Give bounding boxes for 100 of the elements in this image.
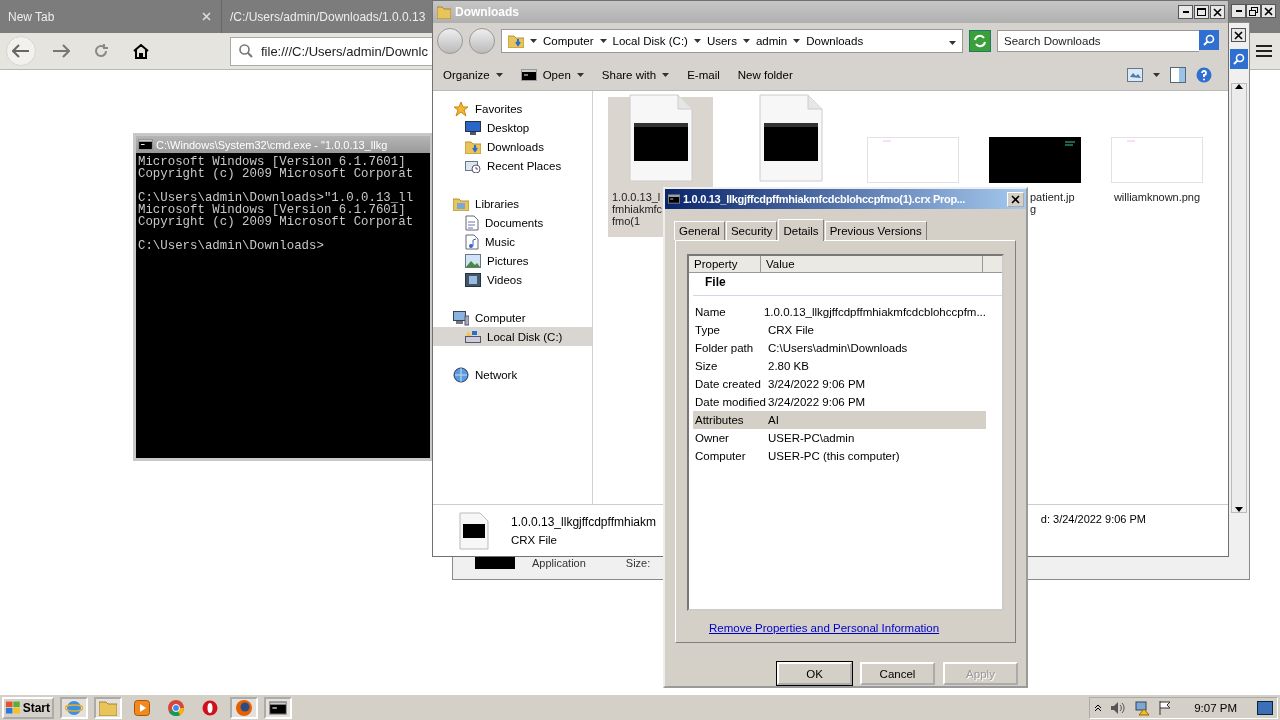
folder-icon xyxy=(437,5,451,19)
folder-icon xyxy=(99,699,117,716)
minimize-icon xyxy=(1235,10,1242,12)
nav-item[interactable]: Favorites xyxy=(433,99,592,118)
close-button[interactable] xyxy=(1210,5,1225,19)
reload-icon xyxy=(93,43,109,59)
address-field[interactable]: file:///C:/Users/admin/Downlc xyxy=(230,36,434,66)
tab[interactable]: General xyxy=(674,221,725,240)
breadcrumb-item[interactable]: Users xyxy=(706,35,737,47)
scrollbar[interactable] xyxy=(1231,83,1247,513)
search-button[interactable] xyxy=(1230,49,1248,69)
search-field[interactable]: Search Downloads xyxy=(997,30,1199,52)
views-icon[interactable] xyxy=(1127,67,1143,82)
property-name: Folder path xyxy=(695,342,755,354)
property-row[interactable]: Type CRX File xyxy=(693,321,986,339)
film-icon xyxy=(465,272,481,287)
toolbar-button[interactable]: Open xyxy=(518,66,586,83)
remove-properties-link[interactable]: Remove Properties and Personal Information xyxy=(709,622,940,634)
property-row[interactable]: Folder path C:\Users\admin\Downloads xyxy=(693,339,986,357)
taskbar-button[interactable] xyxy=(230,696,258,719)
column-header[interactable]: Property xyxy=(689,256,761,273)
property-row[interactable]: Computer USER-PC (this computer) xyxy=(693,447,986,465)
file-name: fmo(1 xyxy=(612,215,641,227)
property-row[interactable]: Date created 3/24/2022 9:06 PM xyxy=(693,375,986,393)
property-value: C:\Users\admin\Downloads xyxy=(768,342,908,354)
toolbar-button[interactable]: Organize xyxy=(441,66,505,83)
show-desktop-icon[interactable] xyxy=(1257,700,1273,715)
caret-icon xyxy=(1153,72,1160,77)
property-name: Attributes xyxy=(695,414,745,426)
nav-item[interactable]: Recent Places xyxy=(433,156,592,175)
property-row[interactable]: Size 2.80 KB xyxy=(693,357,986,375)
close-button[interactable] xyxy=(1261,4,1276,18)
file-type: Application xyxy=(532,557,586,569)
property-value: USER-PC\admin xyxy=(768,432,855,444)
toolbar-button[interactable]: E-mail xyxy=(685,66,722,83)
close-icon xyxy=(1264,6,1273,16)
caret-icon xyxy=(949,41,956,45)
property-row[interactable]: Owner USER-PC\admin xyxy=(693,429,986,447)
date-modified: d: 3/24/2022 9:06 PM xyxy=(1040,512,1147,525)
property-row[interactable]: Date modified 3/24/2022 9:06 PM xyxy=(693,393,986,411)
nav-item[interactable]: Videos xyxy=(433,270,592,289)
breadcrumb-item[interactable]: Downloads xyxy=(806,35,864,47)
help-icon[interactable] xyxy=(1196,66,1212,83)
maximize-icon xyxy=(1197,8,1206,16)
breadcrumb-item[interactable]: Computer xyxy=(543,35,594,47)
firefox-icon xyxy=(235,698,253,717)
file-item[interactable]: patient.jp g xyxy=(974,97,1096,215)
tab[interactable]: Security xyxy=(725,221,778,240)
nav-item[interactable]: Libraries xyxy=(433,194,592,213)
preview-pane-icon[interactable] xyxy=(1170,66,1186,83)
nav-item[interactable]: Music xyxy=(433,232,592,251)
caret-icon xyxy=(742,39,750,43)
back-button[interactable] xyxy=(6,36,36,66)
browser-tab[interactable]: /C:/Users/admin/Downloads/1.0.0.13 xyxy=(222,0,432,33)
file-name: williamknown.png xyxy=(1113,191,1201,203)
recent-places-icon xyxy=(465,158,481,173)
nav-item[interactable]: Local Disk (C:) xyxy=(433,327,592,346)
dialog-button[interactable]: Cancel xyxy=(860,662,935,685)
property-value: AI xyxy=(768,414,779,426)
taskbar-button[interactable] xyxy=(264,696,292,719)
nav-item[interactable]: Documents xyxy=(433,213,592,232)
maximize-button[interactable] xyxy=(1194,5,1209,19)
nav-item[interactable]: Pictures xyxy=(433,251,592,270)
file-item[interactable]: williamknown.png xyxy=(1096,97,1218,203)
speaker-icon[interactable] xyxy=(1110,700,1127,715)
toolbar-button[interactable]: Share with xyxy=(599,66,672,83)
window-title: C:\Windows\System32\cmd.exe - "1.0.0.13_llkg xyxy=(136,136,430,153)
nav-item[interactable]: Computer xyxy=(433,308,592,327)
library-icon xyxy=(453,196,469,211)
nav-item[interactable]: Downloads xyxy=(433,137,592,156)
menu-icon[interactable] xyxy=(1256,44,1272,58)
tab[interactable]: Details xyxy=(778,219,824,241)
file-name: fmhiakmfc xyxy=(612,203,663,215)
breadcrumb-bar[interactable]: Computer Local Disk (C:) Users admin Downloads xyxy=(501,29,963,53)
network-icon[interactable] xyxy=(1134,699,1151,716)
minimize-icon xyxy=(1182,11,1189,13)
opera-icon xyxy=(202,699,218,716)
dialog-button[interactable]: OK xyxy=(777,662,852,685)
breadcrumb-item[interactable]: admin xyxy=(755,35,788,47)
column-header[interactable]: Value xyxy=(761,256,983,273)
restore-button[interactable] xyxy=(1246,4,1261,18)
file-type: CRX File xyxy=(511,534,558,546)
search-button[interactable] xyxy=(1199,30,1219,50)
refresh-button[interactable] xyxy=(969,30,991,52)
tab[interactable]: Previous Versions xyxy=(824,221,927,240)
computer-icon xyxy=(453,309,469,326)
property-row[interactable]: Name 1.0.0.13_llkgjffcdpffmhiakmfcdcblohccpfm... xyxy=(693,303,986,321)
chevron-up-icon[interactable] xyxy=(1094,703,1103,712)
flag-icon[interactable] xyxy=(1158,699,1173,716)
nav-item[interactable]: Network xyxy=(433,365,592,384)
close-button[interactable] xyxy=(1231,28,1246,42)
property-row[interactable]: Attributes AI xyxy=(693,411,986,429)
toolbar-button[interactable]: New folder xyxy=(735,66,795,83)
minimize-button[interactable] xyxy=(1231,4,1246,18)
file-name: g xyxy=(1030,203,1037,215)
nav-item[interactable]: Desktop xyxy=(433,118,592,137)
property-value: 1.0.0.13_llkgjffcdpffmhiakmfcdcblohccpfm... xyxy=(763,306,986,318)
minimize-button[interactable] xyxy=(1178,5,1193,19)
breadcrumb-item[interactable]: Local Disk (C:) xyxy=(612,35,688,47)
start-button[interactable]: Start xyxy=(2,696,54,719)
